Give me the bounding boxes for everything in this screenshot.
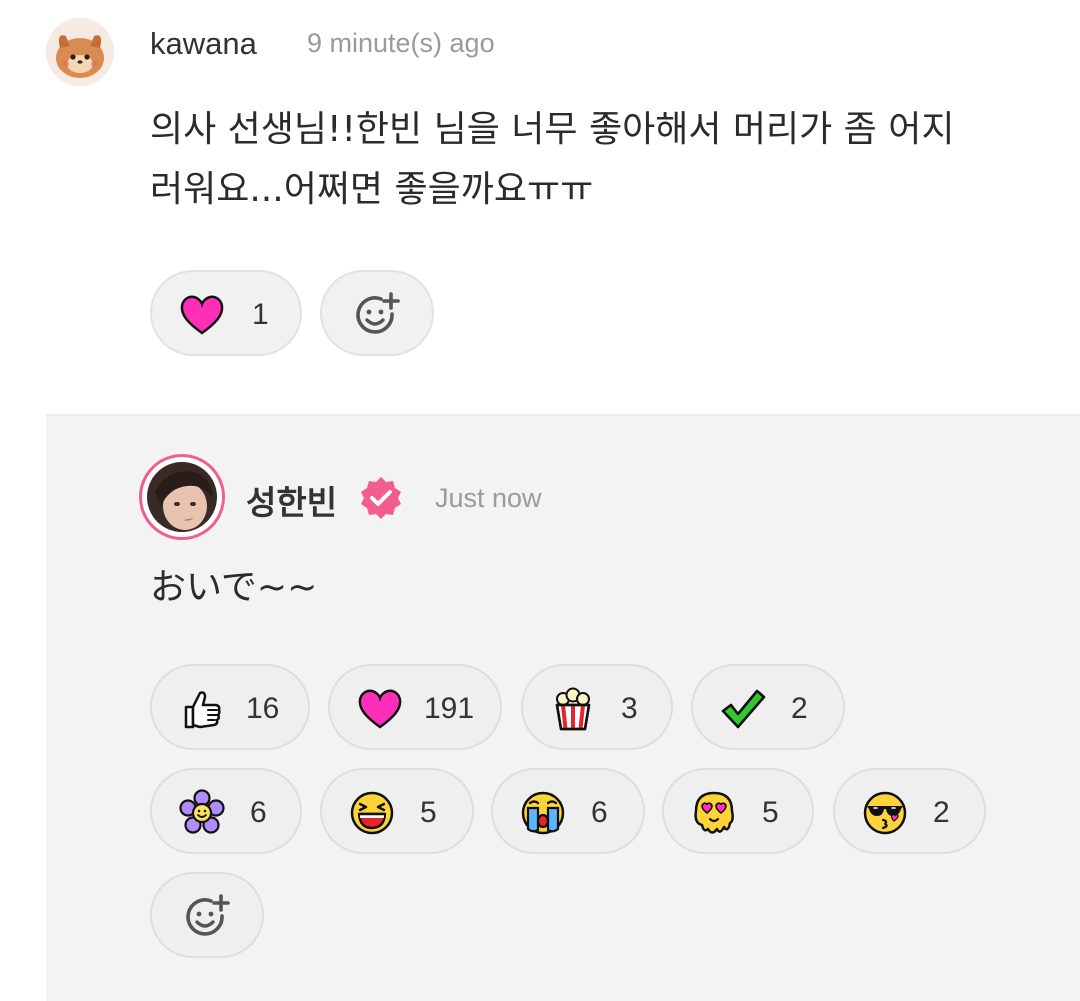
heart-icon — [358, 689, 402, 729]
reply-text: おいで~~ — [150, 567, 318, 608]
user-avatar[interactable] — [46, 18, 114, 86]
reaction-count: 191 — [424, 692, 475, 725]
melting-heart-eyes-icon — [694, 791, 734, 834]
reaction-thumbs-up-button[interactable]: 16 — [150, 664, 310, 750]
crying-face-icon — [521, 791, 565, 835]
reaction-melting-heart-eyes-button[interactable]: 5 — [662, 768, 814, 854]
reply-timestamp: Just now — [435, 483, 542, 513]
reaction-sunglasses-button[interactable]: 2 — [833, 768, 986, 854]
comment-timestamp: 9 minute(s) ago — [307, 28, 495, 58]
comment-username[interactable]: kawana — [150, 26, 257, 62]
laughing-face-icon — [350, 791, 394, 835]
add-reaction-button[interactable] — [320, 270, 434, 356]
reaction-heart-button[interactable]: 191 — [328, 664, 502, 750]
reaction-crying-button[interactable]: 6 — [491, 768, 645, 854]
reaction-count: 16 — [246, 692, 280, 725]
reaction-checkmark-button[interactable]: 2 — [691, 664, 845, 750]
reaction-flower-button[interactable]: 6 — [150, 768, 302, 854]
flower-icon — [179, 789, 225, 834]
reaction-count: 5 — [420, 796, 437, 829]
verified-badge-icon — [361, 477, 401, 519]
reaction-count: 1 — [252, 298, 269, 331]
comment-text-line: 러워요...어쩌면 좋을까요ㅠㅠ — [150, 169, 594, 210]
reaction-count: 6 — [591, 796, 608, 829]
reaction-popcorn-button[interactable]: 3 — [521, 664, 673, 750]
checkmark-icon — [721, 689, 766, 729]
reaction-laughing-button[interactable]: 5 — [320, 768, 474, 854]
reaction-count: 2 — [791, 692, 808, 725]
heart-icon — [180, 295, 224, 335]
reaction-heart-button[interactable]: 1 — [150, 270, 302, 356]
add-reaction-button[interactable] — [150, 872, 264, 958]
artist-avatar[interactable] — [139, 454, 225, 540]
reaction-count: 5 — [762, 796, 779, 829]
sunglasses-kiss-icon — [863, 791, 907, 835]
reaction-count: 2 — [933, 796, 950, 829]
popcorn-icon — [555, 687, 591, 731]
comment: kawana 9 minute(s) ago 의사 선생님!!한빈 님을 너무 … — [0, 0, 1080, 414]
reaction-count: 3 — [621, 692, 638, 725]
comment-text: 의사 선생님!!한빈 님을 너무 좋아해서 머리가 좀 어지 러워요...어쩌면… — [150, 100, 1050, 220]
thumbs-up-icon — [184, 691, 221, 729]
reply-username[interactable]: 성한빈 — [246, 476, 337, 524]
comment-text-line: 의사 선생님!!한빈 님을 너무 좋아해서 머리가 좀 어지 — [150, 109, 955, 150]
reaction-count: 6 — [250, 796, 267, 829]
add-emoji-icon — [186, 894, 230, 936]
add-emoji-icon — [356, 292, 400, 334]
